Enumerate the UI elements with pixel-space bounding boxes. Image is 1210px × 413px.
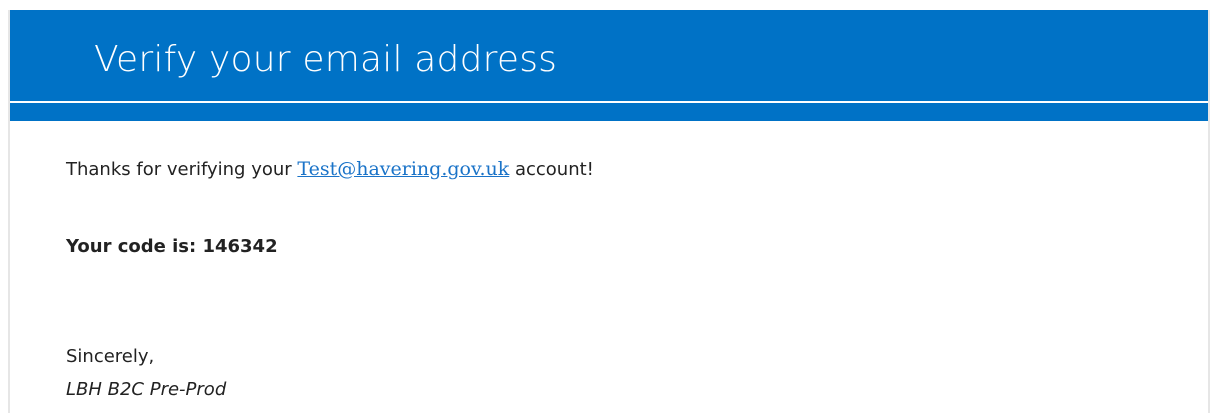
- verification-code: 146342: [202, 236, 278, 257]
- verification-code-line: Your code is: 146342: [66, 236, 278, 257]
- closing-text: Sincerely,: [66, 346, 155, 367]
- signature-text: LBH B2C Pre-Prod: [66, 379, 227, 400]
- verification-email: Verify your email address Thanks for ver…: [8, 10, 1210, 413]
- thanks-prefix-text: Thanks for verifying your: [66, 159, 298, 180]
- header-divider: [10, 101, 1208, 103]
- email-title: Verify your email address: [94, 39, 558, 80]
- code-label: Your code is:: [66, 236, 203, 257]
- email-header-band: Verify your email address: [10, 10, 1208, 121]
- thanks-line: Thanks for verifying your Test@havering.…: [66, 158, 594, 180]
- email-address-link[interactable]: Test@havering.gov.uk: [297, 158, 509, 180]
- thanks-suffix-text: account!: [509, 159, 594, 180]
